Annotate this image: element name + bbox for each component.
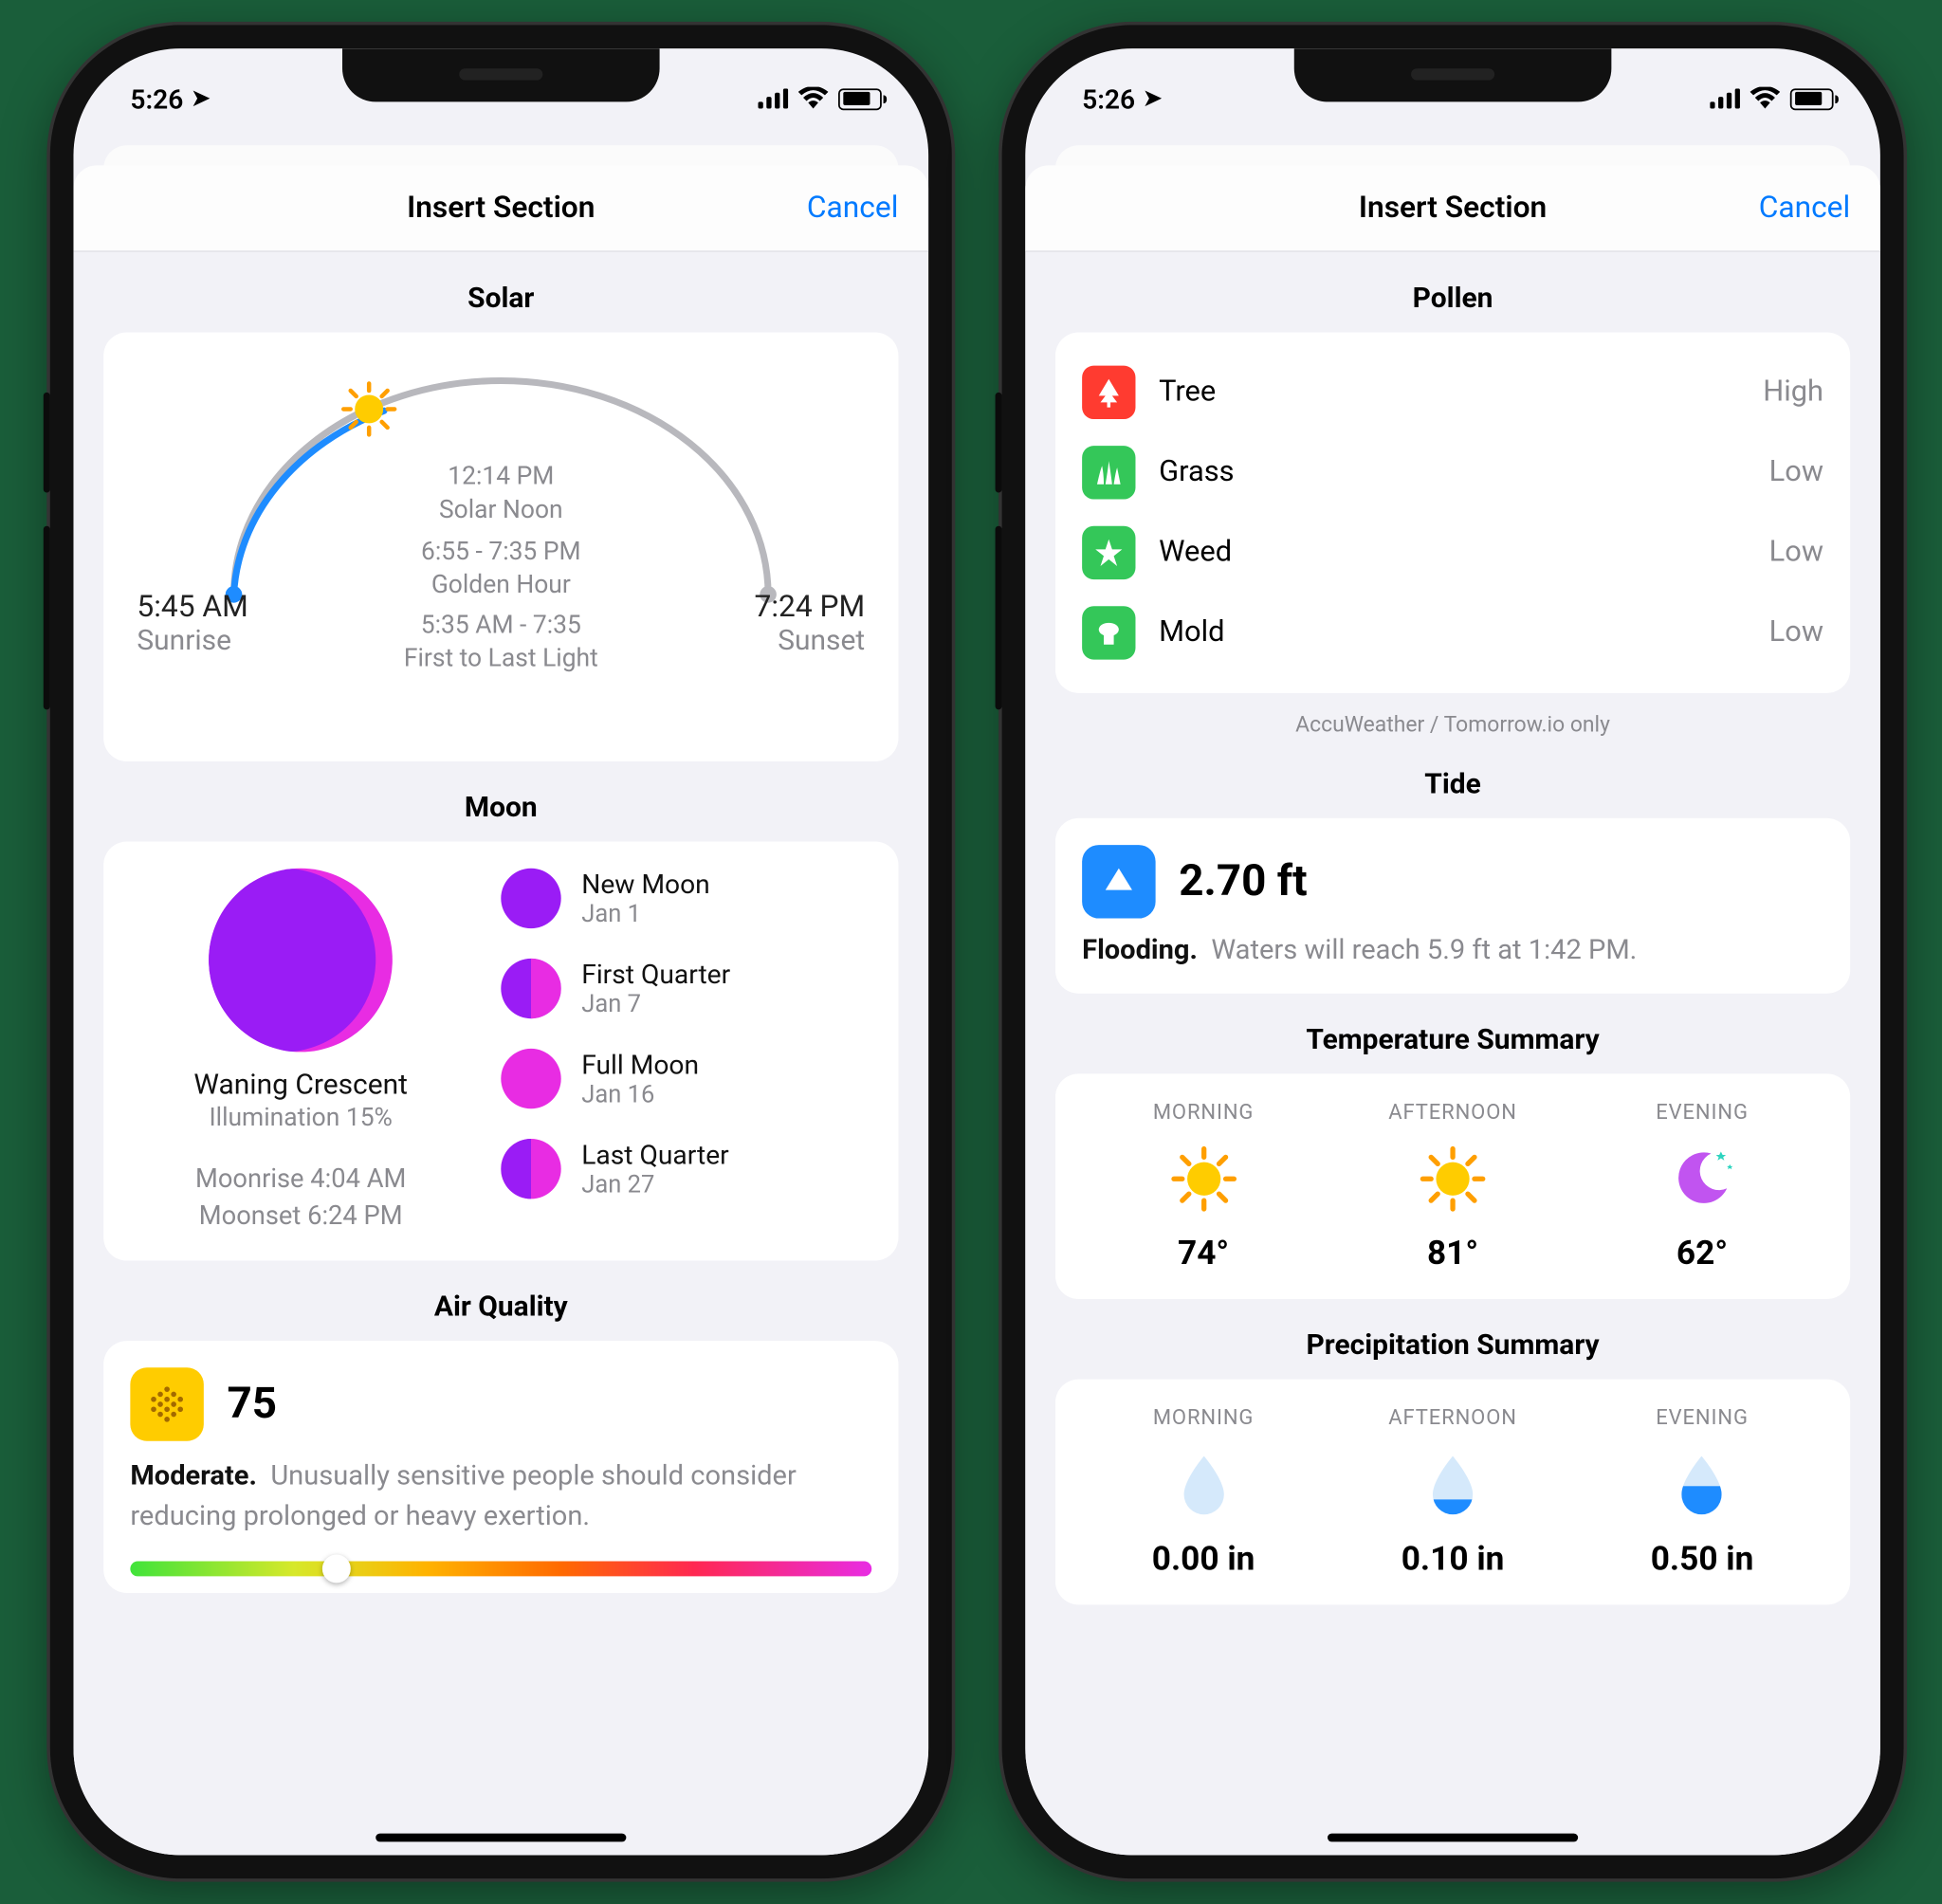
home-indicator[interactable] bbox=[376, 1834, 626, 1842]
sheet-title: Insert Section bbox=[1359, 191, 1547, 226]
temp-morning: MORNING 74° bbox=[1082, 1100, 1325, 1272]
cancel-button[interactable]: Cancel bbox=[807, 191, 898, 226]
cancel-button[interactable]: Cancel bbox=[1759, 191, 1850, 226]
drop-icon bbox=[1677, 1453, 1728, 1516]
home-indicator[interactable] bbox=[1328, 1834, 1578, 1842]
notch bbox=[1294, 48, 1612, 101]
drop-icon bbox=[1428, 1453, 1478, 1516]
status-time: 5:26 bbox=[130, 82, 183, 114]
precip-summary-card[interactable]: MORNING 0.00 in AFTERNOON 0.10 in EVENIN… bbox=[1055, 1380, 1850, 1605]
battery-icon bbox=[1790, 87, 1834, 109]
aqi-description: Moderate. Unusually sensitive people sho… bbox=[130, 1458, 871, 1538]
moon-phase-icon bbox=[209, 869, 393, 1053]
modal-sheet: Insert Section Cancel Pollen Tree High G… bbox=[1025, 165, 1880, 1855]
phone-left: 5:26 ➤ Insert Section Cancel Solar bbox=[50, 25, 952, 1878]
weed-icon bbox=[1082, 526, 1135, 579]
phase-new-moon: New MoonJan 1 bbox=[502, 869, 872, 928]
grass-icon bbox=[1082, 446, 1135, 499]
tide-value: 2.70 ft bbox=[1179, 856, 1307, 906]
solar-card[interactable]: 12:14 PM Solar Noon 6:55 - 7:35 PM Golde… bbox=[103, 332, 898, 761]
tide-card[interactable]: 2.70 ft Flooding. Waters will reach 5.9 … bbox=[1055, 818, 1850, 994]
pollen-row-grass: Grass Low bbox=[1082, 436, 1823, 509]
precip-afternoon: AFTERNOON 0.10 in bbox=[1331, 1406, 1574, 1578]
solar-mid-info: 12:14 PM Solar Noon 6:55 - 7:35 PM Golde… bbox=[404, 459, 598, 675]
cellular-icon bbox=[1710, 82, 1740, 114]
moon-phase-name: Waning Crescent bbox=[130, 1069, 471, 1102]
aqi-indicator bbox=[323, 1555, 352, 1584]
cellular-icon bbox=[758, 82, 788, 114]
sun-icon bbox=[1331, 1143, 1574, 1216]
moon-illumination: Illumination 15% bbox=[130, 1102, 471, 1132]
wifi-icon bbox=[1750, 82, 1781, 114]
last-quarter-icon bbox=[502, 1139, 561, 1199]
section-title-moon: Moon bbox=[103, 792, 898, 825]
sunset-label: 7:24 PM Sunset bbox=[755, 590, 866, 658]
status-time: 5:26 bbox=[1082, 82, 1135, 114]
phone-right: 5:26 ➤ Insert Section Cancel Pollen bbox=[1002, 25, 1904, 1878]
mold-icon bbox=[1082, 606, 1135, 659]
tide-description: Flooding. Waters will reach 5.9 ft at 1:… bbox=[1082, 935, 1823, 966]
aqi-value: 75 bbox=[227, 1380, 277, 1430]
pollen-row-weed: Weed Low bbox=[1082, 516, 1823, 589]
precip-evening: EVENING 0.50 in bbox=[1581, 1406, 1823, 1578]
precip-morning: MORNING 0.00 in bbox=[1082, 1406, 1325, 1578]
drop-icon bbox=[1179, 1453, 1229, 1516]
section-title-temp: Temperature Summary bbox=[1055, 1023, 1850, 1056]
tide-icon bbox=[1082, 845, 1155, 918]
aqi-icon bbox=[130, 1368, 203, 1441]
location-arrow-icon: ➤ bbox=[192, 86, 210, 111]
temp-summary-card[interactable]: MORNING 74° AFTERNOON 81° EVENING bbox=[1055, 1073, 1850, 1299]
sun-icon bbox=[340, 381, 397, 438]
moon-times: Moonrise 4:04 AM Moonset 6:24 PM bbox=[130, 1163, 471, 1235]
section-title-tide: Tide bbox=[1055, 768, 1850, 801]
moon-card[interactable]: Waning Crescent Illumination 15% Moonris… bbox=[103, 842, 898, 1262]
phase-full-moon: Full MoonJan 16 bbox=[502, 1049, 872, 1108]
temp-evening: EVENING 62° bbox=[1581, 1100, 1823, 1272]
section-title-solar: Solar bbox=[103, 283, 898, 316]
sheet-title: Insert Section bbox=[407, 191, 595, 226]
section-title-aqi: Air Quality bbox=[103, 1291, 898, 1325]
pollen-card[interactable]: Tree High Grass Low Weed Low bbox=[1055, 332, 1850, 692]
pollen-row-tree: Tree High bbox=[1082, 356, 1823, 429]
sheet-header: Insert Section Cancel bbox=[73, 165, 928, 252]
section-title-pollen: Pollen bbox=[1055, 283, 1850, 316]
pollen-row-mold: Mold Low bbox=[1082, 596, 1823, 669]
aqi-card[interactable]: 75 Moderate. Unusually sensitive people … bbox=[103, 1342, 898, 1594]
section-title-precip: Precipitation Summary bbox=[1055, 1329, 1850, 1363]
moon-icon bbox=[1581, 1143, 1823, 1216]
wifi-icon bbox=[798, 82, 829, 114]
aqi-scale bbox=[130, 1562, 871, 1577]
phase-last-quarter: Last QuarterJan 27 bbox=[502, 1139, 872, 1199]
sunrise-label: 5:45 AM Sunrise bbox=[137, 590, 247, 658]
first-quarter-icon bbox=[502, 959, 561, 1018]
location-arrow-icon: ➤ bbox=[1144, 86, 1162, 111]
sheet-header: Insert Section Cancel bbox=[1025, 165, 1880, 252]
modal-sheet: Insert Section Cancel Solar bbox=[73, 165, 928, 1855]
tree-icon bbox=[1082, 366, 1135, 419]
full-moon-icon bbox=[502, 1049, 561, 1108]
sun-icon bbox=[1082, 1143, 1325, 1216]
battery-icon bbox=[838, 87, 882, 109]
phase-first-quarter: First QuarterJan 7 bbox=[502, 959, 872, 1018]
temp-afternoon: AFTERNOON 81° bbox=[1331, 1100, 1574, 1272]
notch bbox=[342, 48, 660, 101]
pollen-source-note: AccuWeather / Tomorrow.io only bbox=[1055, 713, 1850, 738]
new-moon-icon bbox=[502, 869, 561, 928]
